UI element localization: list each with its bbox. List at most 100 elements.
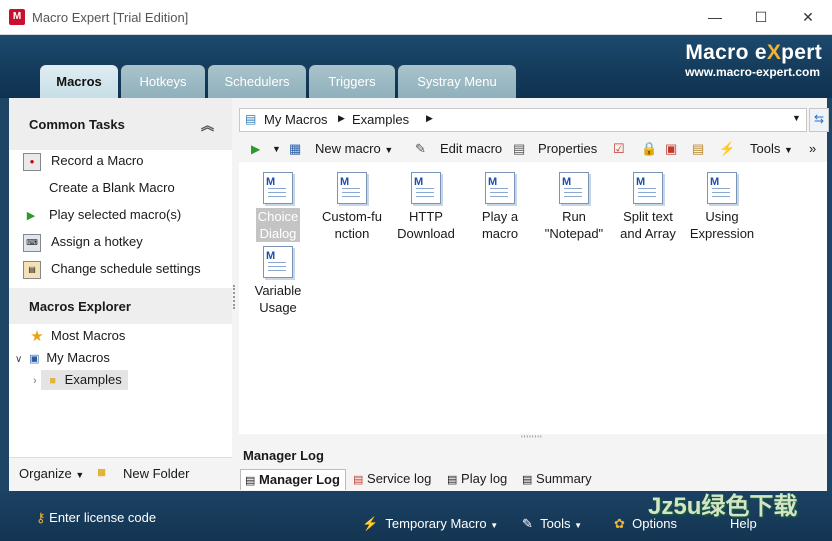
- macro-file-icon: M: [263, 172, 293, 204]
- brand-url: www.macro-expert.com: [685, 65, 820, 79]
- task-record-macro[interactable]: ● Record a Macro: [23, 151, 143, 171]
- tab-play-log[interactable]: ▤ Play log: [447, 469, 507, 489]
- wrench-icon: ✎: [522, 516, 533, 531]
- maximize-button[interactable]: ☐: [744, 6, 778, 28]
- common-tasks-header: Common Tasks ︽: [9, 98, 232, 150]
- window-title: Macro Expert [Trial Edition]: [32, 10, 189, 25]
- task-create-blank-macro[interactable]: Create a Blank Macro: [23, 178, 175, 198]
- play-button[interactable]: ▶: [251, 139, 260, 159]
- play-dropdown-icon[interactable]: ▼: [272, 139, 281, 159]
- lightning-icon: ⚡: [362, 516, 379, 531]
- common-tasks-title: Common Tasks: [29, 117, 125, 132]
- macros-explorer-title: Macros Explorer: [29, 299, 131, 314]
- tab-summary[interactable]: ▤ Summary: [522, 469, 592, 489]
- folder-icon: ■: [49, 374, 56, 387]
- address-bar[interactable]: ▤ My Macros ▶ Examples ▶ ▼: [239, 108, 807, 132]
- macro-list: M Choice Dialog M Custom-fu nction M HTTP D…: [239, 162, 827, 434]
- chevron-down-icon[interactable]: ∨: [15, 354, 22, 365]
- minimize-button[interactable]: —: [698, 6, 732, 28]
- watermark: Jz5u绿色下载: [648, 493, 798, 520]
- edit-macro-icon: ✎: [415, 141, 426, 156]
- macro-file-icon: M: [485, 172, 515, 204]
- macro-file-icon: M: [337, 172, 367, 204]
- macro-item-play-a-macro[interactable]: M Play a macro: [461, 172, 539, 242]
- properties-button[interactable]: Properties: [538, 139, 597, 159]
- tab-systray-menu[interactable]: Systray Menu: [398, 65, 516, 98]
- record-icon: ●: [23, 152, 41, 171]
- edit-macro-button[interactable]: Edit macro: [440, 139, 502, 159]
- left-pane: Common Tasks ︽ ● Record a Macro Create a …: [9, 98, 232, 492]
- manager-log-title: Manager Log: [243, 448, 324, 463]
- tab-service-log[interactable]: ▤ Service log: [353, 469, 431, 489]
- macro-item-using-expression[interactable]: M Using Expression: [683, 172, 761, 242]
- star-icon: ★: [30, 327, 44, 345]
- breadcrumb-separator-icon: ▶: [426, 113, 433, 123]
- breadcrumb-my-macros[interactable]: My Macros: [264, 112, 328, 127]
- toolbar: ▶ ▼ ▦ New macro ▼ ✎ Edit macro ▤ Propert…: [239, 134, 827, 163]
- log-splitter[interactable]: '''''''': [521, 434, 543, 444]
- computer-icon: ▣: [29, 352, 40, 365]
- schedule-icon: ▤: [23, 260, 41, 279]
- service-log-icon: ▤: [353, 474, 364, 486]
- tab-manager-log[interactable]: ▤ Manager Log: [240, 469, 346, 490]
- record-toolbar-icon[interactable]: ▣: [665, 139, 677, 159]
- title-bar: M Macro Expert [Trial Edition] — ☐ ✕: [0, 0, 832, 35]
- macro-item-run-notepad[interactable]: M Run "Notepad": [535, 172, 613, 242]
- lightning-icon[interactable]: ⚡: [719, 139, 735, 159]
- tab-macros[interactable]: Macros: [40, 65, 118, 98]
- tab-schedulers[interactable]: Schedulers: [208, 65, 306, 98]
- keyboard-icon: ⌨: [23, 233, 41, 252]
- new-macro-icon: ▦: [289, 141, 302, 156]
- pane-splitter[interactable]: [233, 285, 238, 309]
- log-icon: ▤: [245, 475, 256, 487]
- macro-file-icon: M: [263, 246, 293, 278]
- macro-file-icon: M: [707, 172, 737, 204]
- summary-icon: ▤: [522, 474, 533, 486]
- properties-icon: ▤: [513, 141, 526, 156]
- breadcrumb-separator-icon: ▶: [338, 113, 345, 123]
- macro-item-custom-function[interactable]: M Custom-fu nction: [313, 172, 391, 242]
- left-footer: Organize ▼ ■ New Folder: [9, 457, 232, 492]
- enter-license-button[interactable]: ⚷ Enter license code: [36, 508, 156, 528]
- temporary-macro-menu[interactable]: ⚡ Temporary Macro ▼: [362, 514, 498, 534]
- new-macro-button[interactable]: New macro ▼: [315, 139, 393, 159]
- tools-menu[interactable]: Tools ▼: [750, 139, 793, 159]
- check-icon[interactable]: ☑: [613, 139, 625, 159]
- breadcrumb-examples[interactable]: Examples: [352, 112, 409, 127]
- play-log-icon: ▤: [447, 474, 458, 486]
- collapse-icon[interactable]: ︽: [201, 115, 214, 134]
- gear-icon: ✿: [614, 516, 625, 531]
- macro-item-choice-dialog[interactable]: M Choice Dialog: [239, 172, 317, 242]
- tree-item-most-macros[interactable]: ★ Most Macros: [29, 326, 125, 346]
- tab-hotkeys[interactable]: Hotkeys: [121, 65, 205, 98]
- chevron-right-icon[interactable]: ›: [33, 375, 37, 387]
- macro-file-icon: M: [411, 172, 441, 204]
- blank-icon: [23, 181, 39, 197]
- footer-tools-menu[interactable]: ✎ Tools ▼: [522, 514, 582, 534]
- refresh-icon[interactable]: ⇆: [809, 108, 829, 132]
- tree-item-examples[interactable]: › ■ Examples: [33, 370, 128, 390]
- task-change-schedule[interactable]: ▤ Change schedule settings: [23, 259, 201, 279]
- new-folder-icon: ■: [97, 464, 107, 481]
- macro-item-variable-usage[interactable]: M Variable Usage: [239, 246, 317, 316]
- organize-button[interactable]: Organize ▼: [19, 466, 84, 481]
- tree-item-my-macros[interactable]: ∨ ▣ My Macros: [15, 348, 110, 368]
- schedule-toolbar-icon[interactable]: ▤: [692, 139, 704, 159]
- macro-item-split-text[interactable]: M Split text and Array: [609, 172, 687, 242]
- brand-logo: Macro eXpert: [685, 41, 822, 64]
- key-icon: ⚷: [36, 510, 46, 525]
- address-dropdown-icon[interactable]: ▼: [792, 113, 801, 123]
- task-play-selected[interactable]: ▶ Play selected macro(s): [23, 205, 181, 225]
- play-icon: ▶: [26, 209, 36, 222]
- new-folder-button[interactable]: New Folder: [123, 466, 189, 481]
- close-button[interactable]: ✕: [791, 6, 825, 28]
- macros-explorer-header: Macros Explorer: [9, 288, 232, 324]
- tab-triggers[interactable]: Triggers: [309, 65, 395, 98]
- app-icon: M: [9, 9, 25, 25]
- lock-icon[interactable]: 🔒: [641, 139, 657, 159]
- toolbar-overflow-button[interactable]: »: [809, 139, 816, 159]
- macro-file-icon: M: [633, 172, 663, 204]
- macro-item-http-download[interactable]: M HTTP Download: [387, 172, 465, 242]
- folder-nav-icon: ▤: [245, 112, 257, 126]
- task-assign-hotkey[interactable]: ⌨ Assign a hotkey: [23, 232, 143, 252]
